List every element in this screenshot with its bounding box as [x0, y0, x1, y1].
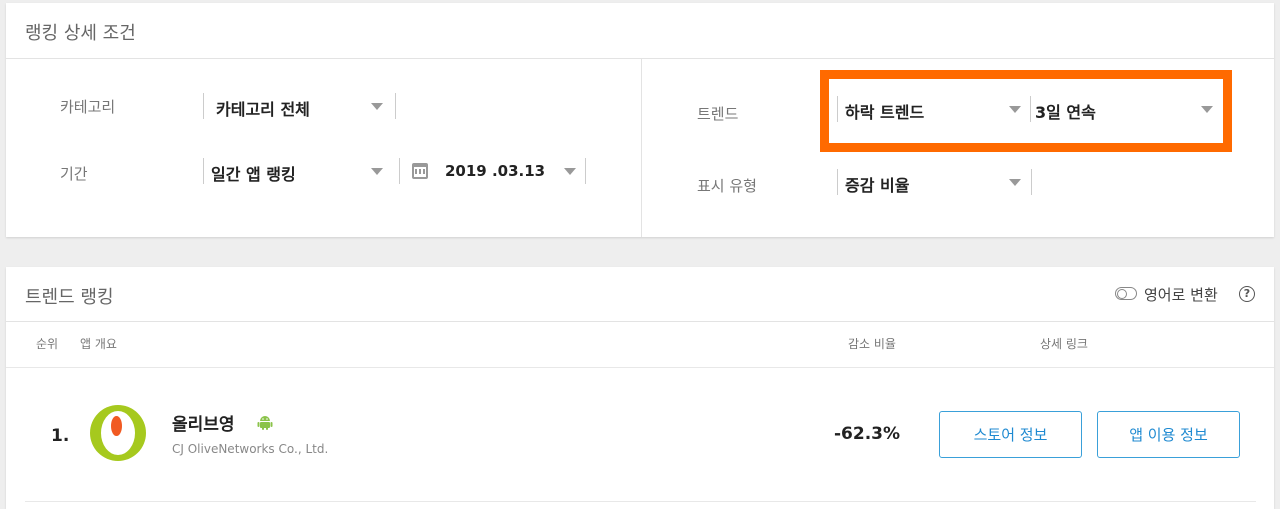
calendar-icon	[412, 163, 428, 179]
rank-number: 1.	[51, 426, 70, 446]
column-header-rank: 순위	[36, 337, 59, 351]
period-select-value: 일간 앱 랭킹	[211, 165, 296, 184]
trend-highlight-box	[820, 70, 1232, 152]
app-logo[interactable]	[90, 405, 146, 461]
chevron-down-icon	[371, 168, 383, 175]
translate-toggle-label[interactable]: 영어로 변환	[1144, 284, 1218, 305]
filter-panel-title: 랭킹 상세 조건	[25, 23, 136, 44]
chevron-down-icon	[564, 168, 576, 175]
category-label: 카테고리	[60, 98, 116, 116]
help-icon[interactable]: ?	[1239, 286, 1255, 302]
app-name[interactable]: 올리브영	[172, 410, 235, 435]
header-divider	[6, 367, 1274, 368]
ranking-panel-header: 트렌드 랭킹 영어로 변환 ?	[6, 267, 1274, 322]
android-icon	[257, 416, 273, 430]
column-header-ratio: 감소 비율	[848, 337, 896, 351]
trend-label: 트렌드	[697, 105, 739, 123]
ranking-panel-title: 트렌드 랭킹	[25, 287, 114, 308]
display-type-label: 표시 유형	[697, 177, 757, 195]
app-usage-info-button[interactable]: 앱 이용 정보	[1097, 411, 1240, 458]
toggle-icon[interactable]	[1115, 287, 1137, 300]
app-company: CJ OliveNetworks Co., Ltd.	[172, 442, 329, 456]
date-picker[interactable]: 2019 .03.13	[399, 158, 586, 184]
row-divider	[25, 501, 1256, 502]
column-header-links: 상세 링크	[1040, 337, 1088, 351]
chevron-down-icon	[1009, 179, 1021, 186]
category-select[interactable]: 카테고리 전체	[203, 93, 396, 119]
date-value: 2019 .03.13	[445, 162, 546, 180]
store-info-button[interactable]: 스토어 정보	[939, 411, 1082, 458]
column-header-overview: 앱 개요	[80, 337, 117, 351]
chevron-down-icon	[371, 103, 383, 110]
panel-divider	[641, 59, 642, 237]
display-type-select[interactable]: 증감 비율	[837, 169, 1032, 195]
period-label: 기간	[60, 165, 88, 183]
period-select[interactable]: 일간 앱 랭킹	[203, 158, 399, 184]
category-select-value: 카테고리 전체	[216, 100, 310, 119]
display-type-value: 증감 비율	[845, 176, 910, 195]
decrease-ratio: -62.3%	[834, 424, 901, 444]
trend-ranking-panel: 트렌드 랭킹 영어로 변환 ? 순위 앱 개요 감소 비율 상세 링크 1. 올…	[6, 267, 1274, 509]
filter-panel-header: 랭킹 상세 조건	[6, 3, 1274, 59]
